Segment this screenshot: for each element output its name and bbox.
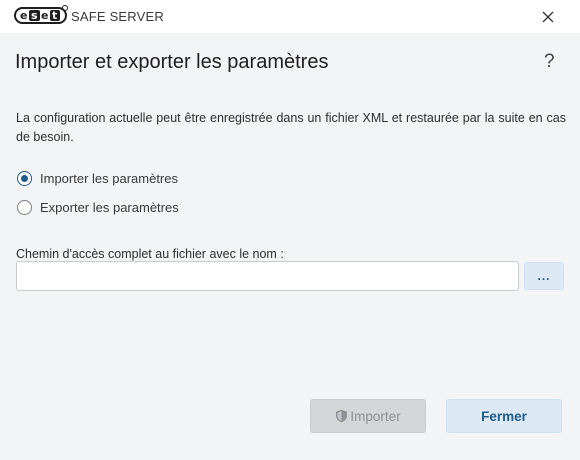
close-window-button[interactable] [536, 7, 560, 27]
radio-import-settings[interactable]: Importer les paramètres [17, 171, 178, 186]
dialog-body: Importer et exporter les paramètres ? La… [0, 33, 580, 460]
close-icon [542, 11, 554, 23]
browse-button[interactable]: ... [524, 262, 564, 290]
radio-export-settings[interactable]: Exporter les paramètres [17, 200, 179, 215]
radio-button-export[interactable] [17, 200, 32, 215]
radio-button-import[interactable] [17, 171, 32, 186]
import-button[interactable]: Importer [310, 399, 426, 433]
close-button[interactable]: Fermer [446, 399, 562, 433]
shield-icon [335, 409, 348, 423]
import-button-label: Importer [350, 408, 401, 424]
file-path-label: Chemin d'accès complet au fichier avec l… [16, 247, 284, 261]
app-name: SAFE SERVER [71, 9, 164, 24]
page-title: Importer et exporter les paramètres [15, 51, 329, 73]
title-bar: eset SAFE SERVER [0, 0, 580, 33]
trademark-mark [62, 5, 68, 11]
radio-label-import: Importer les paramètres [40, 171, 178, 186]
radio-label-export: Exporter les paramètres [40, 200, 179, 215]
description-text: La configuration actuelle peut être enre… [16, 111, 566, 144]
file-path-input[interactable] [16, 261, 519, 291]
eset-logo: eset [14, 7, 67, 24]
help-button[interactable]: ? [544, 51, 555, 73]
